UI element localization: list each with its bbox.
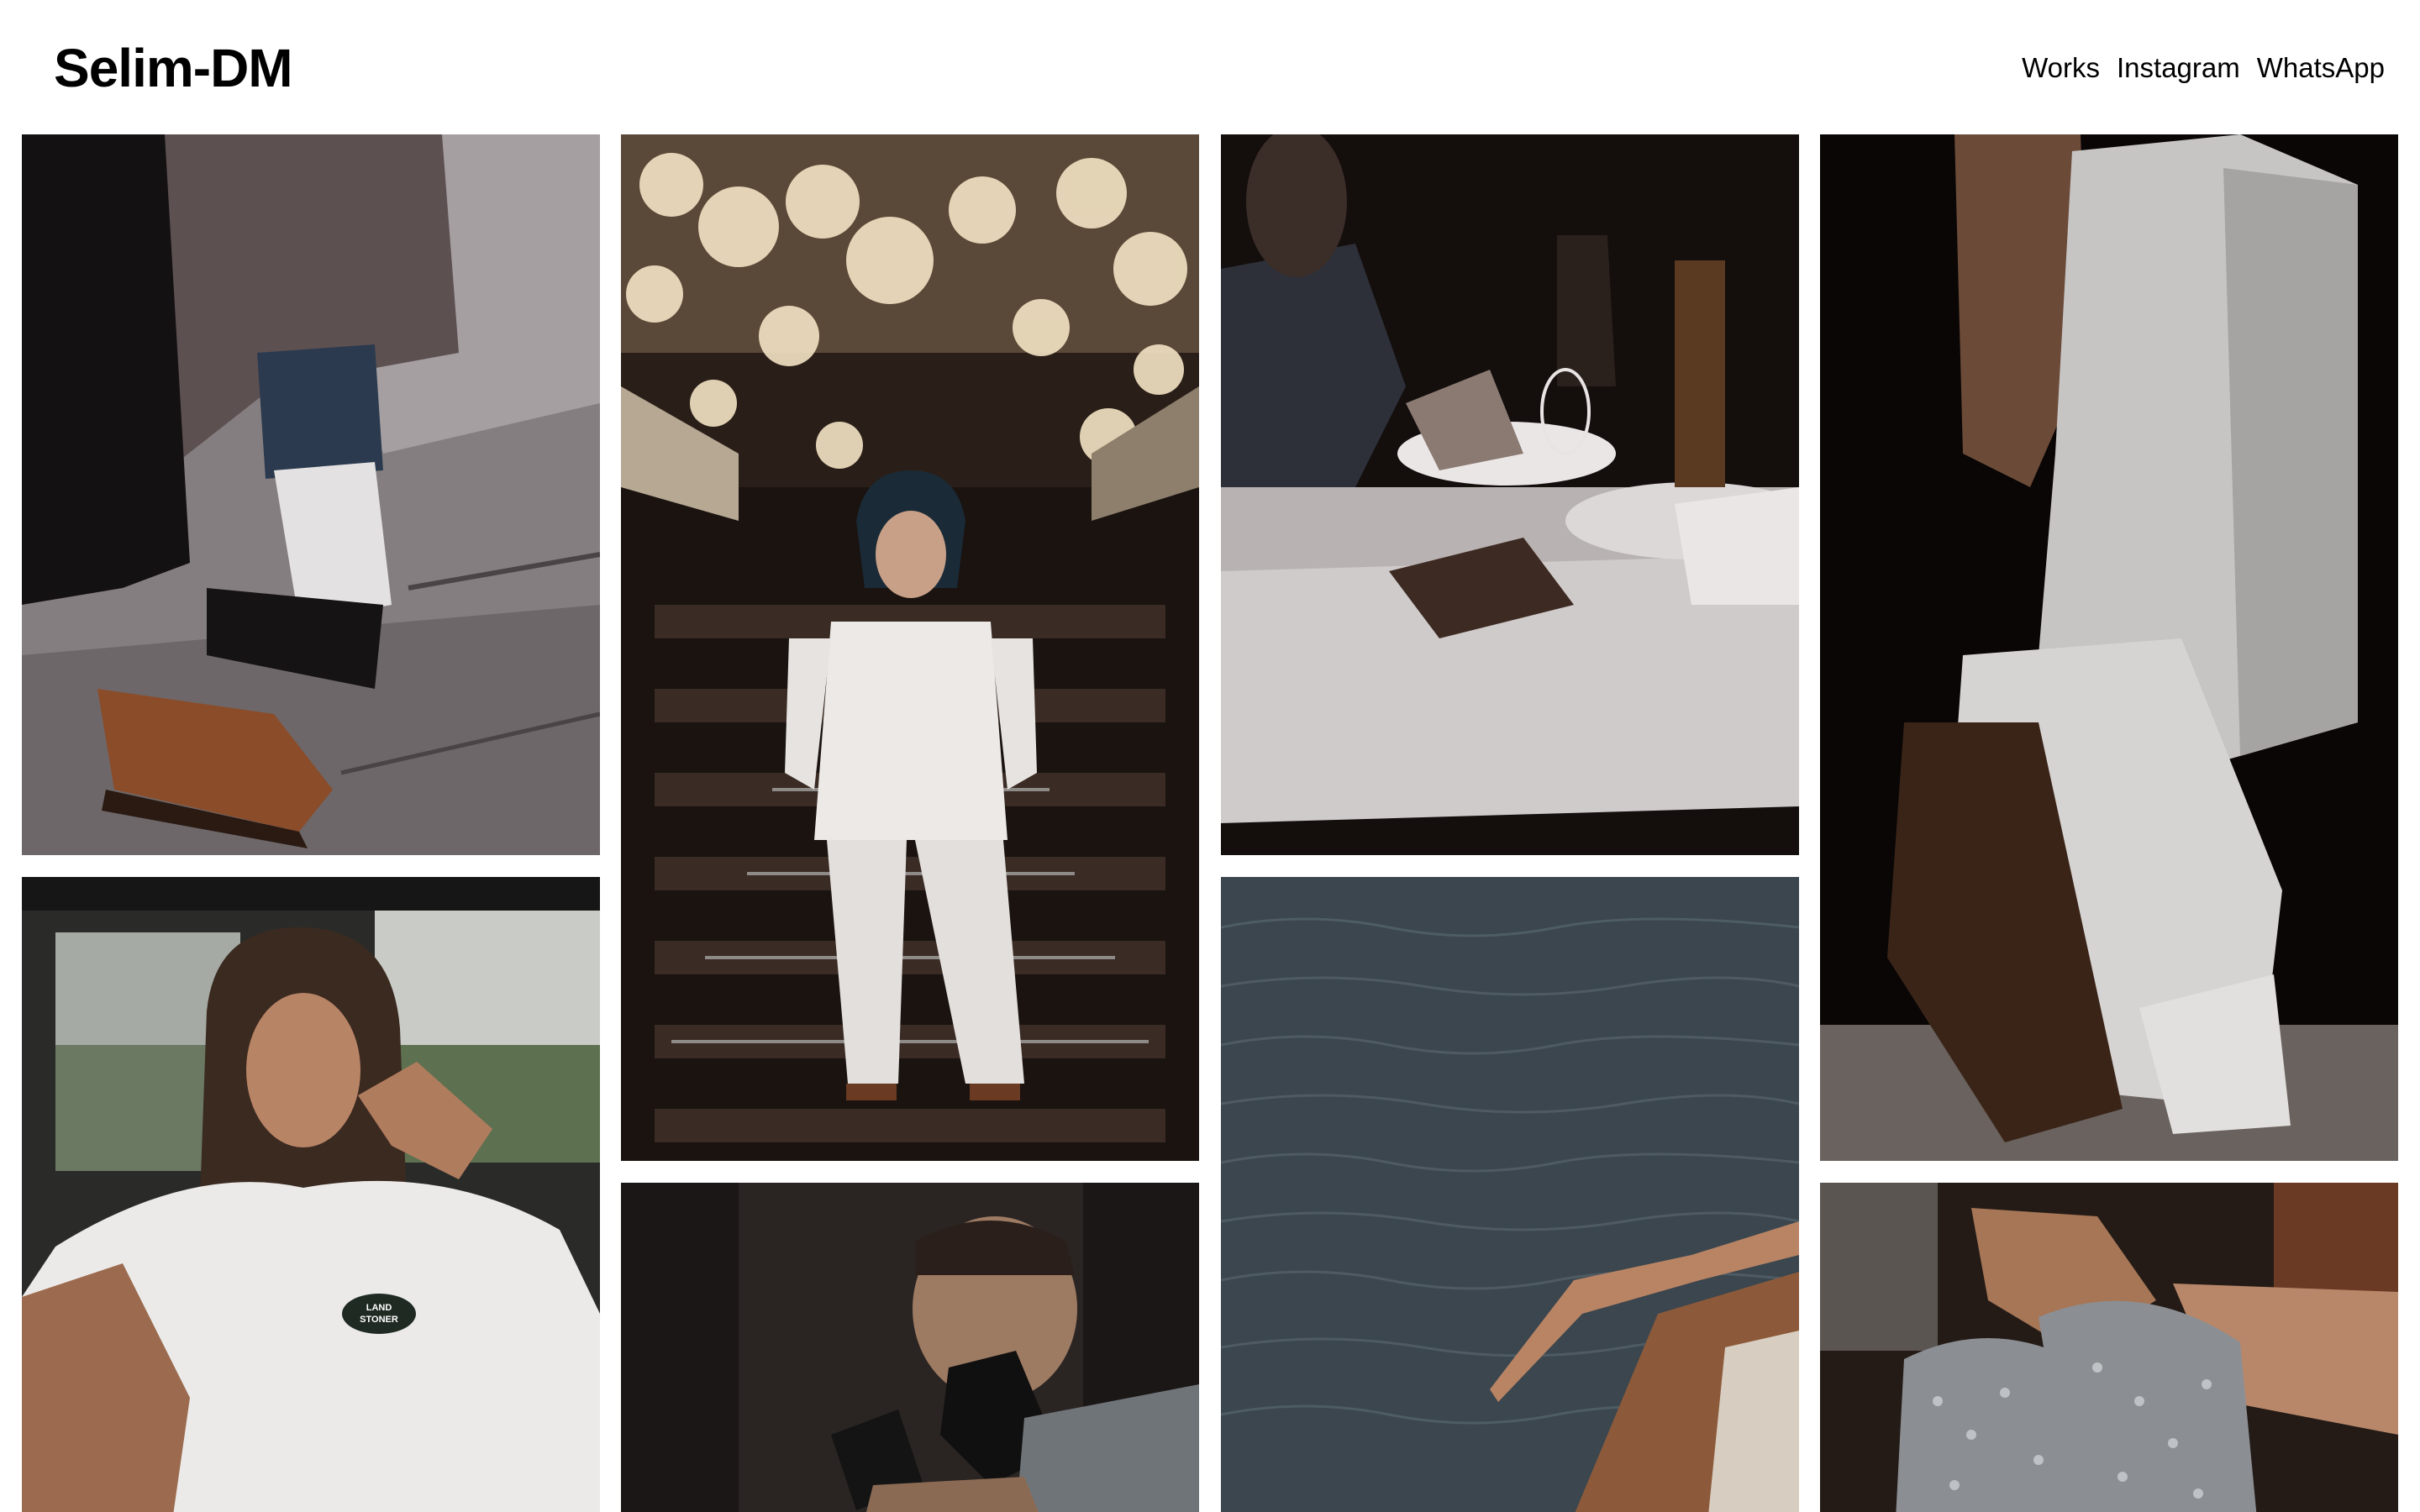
- street-shoes-image: [22, 134, 600, 855]
- sea-hand-image: [1221, 877, 1799, 1512]
- white-shirt-image: [1820, 134, 2398, 1161]
- main-nav: Works Instagram WhatsApp: [2022, 52, 2385, 84]
- photo-sparkle-boots[interactable]: [1820, 1183, 2398, 1512]
- photo-dinner-table[interactable]: [1221, 134, 1799, 855]
- sparkle-boots-image: [1820, 1183, 2398, 1512]
- dinner-table-image: [1221, 134, 1799, 855]
- photo-boxer[interactable]: [621, 1183, 1199, 1512]
- photo-white-shirt-shorts[interactable]: [1820, 134, 2398, 1161]
- car-tshirt-image: LAND STONER: [22, 877, 600, 1512]
- site-logo[interactable]: Selim-DM: [54, 37, 293, 99]
- tshirt-logo-line1: LAND: [366, 1303, 392, 1313]
- staircase-image: [621, 134, 1199, 1161]
- photo-street-shoes[interactable]: [22, 134, 600, 855]
- site-header: Selim-DM Works Instagram WhatsApp: [0, 0, 2420, 134]
- tshirt-logo-line2: STONER: [360, 1315, 398, 1325]
- boxer-image: [621, 1183, 1199, 1512]
- photo-car-tshirt[interactable]: LAND STONER: [22, 877, 600, 1512]
- nav-instagram-link[interactable]: Instagram: [2117, 52, 2240, 84]
- photo-sea-hand[interactable]: [1221, 877, 1799, 1512]
- nav-whatsapp-link[interactable]: WhatsApp: [2257, 52, 2385, 84]
- photo-staircase-white-suit[interactable]: [621, 134, 1199, 1161]
- nav-works-link[interactable]: Works: [2022, 52, 2100, 84]
